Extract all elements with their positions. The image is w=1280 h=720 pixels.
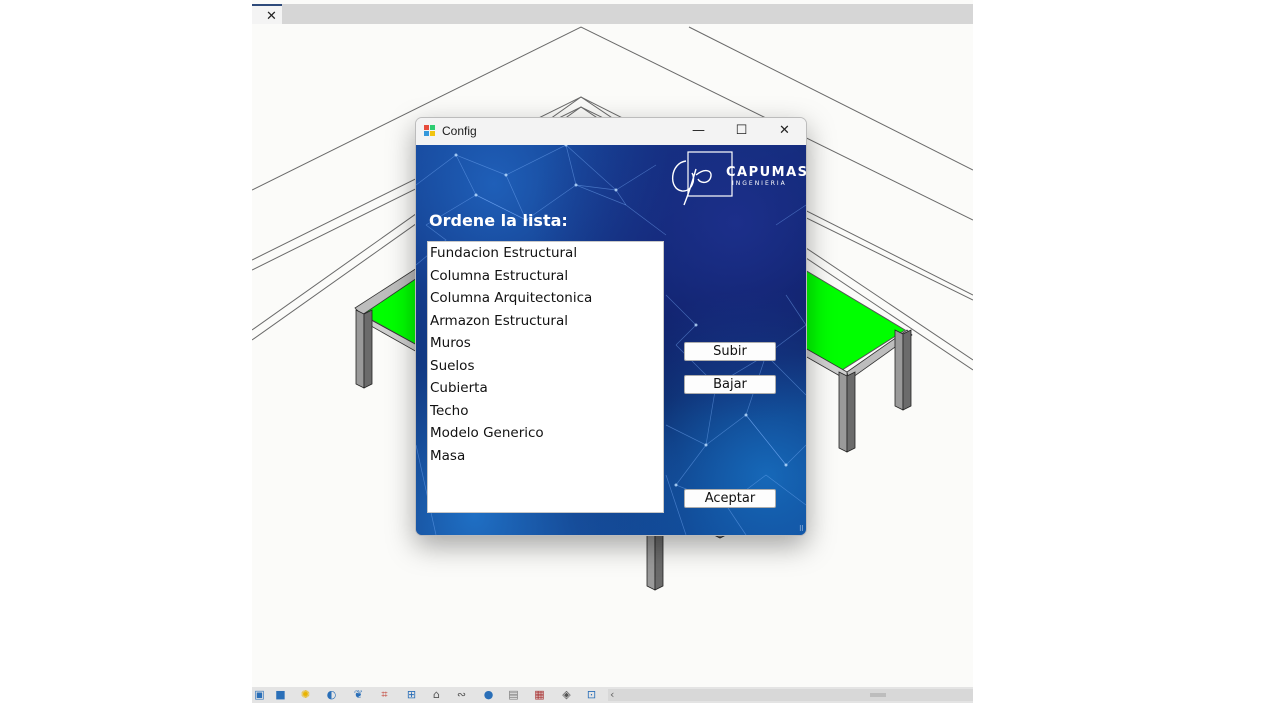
resize-grip-icon[interactable]: ⠿ — [799, 526, 804, 533]
brand-subtitle: INGENIERIA — [732, 180, 787, 187]
sun-path-icon[interactable]: ✺ — [299, 688, 312, 701]
list-item[interactable]: Suelos — [428, 355, 663, 378]
highlight-displacement-icon[interactable]: ⊡ — [585, 688, 598, 701]
close-button[interactable]: ✕ — [763, 118, 806, 145]
render-icon[interactable]: ❦ — [352, 688, 365, 701]
horizontal-scrollbar[interactable]: ‹ — [608, 688, 973, 701]
dialog-body: CAPUMAS INGENIERIA Ordene la lista: Fund… — [416, 145, 806, 535]
list-item[interactable]: Cubierta — [428, 377, 663, 400]
close-icon[interactable]: ✕ — [266, 10, 277, 23]
list-item[interactable]: Columna Arquitectonica — [428, 287, 663, 310]
config-window: Config — ☐ ✕ CAPUMAS INGENIERIA Ordene l… — [415, 117, 807, 536]
crop-view-icon[interactable]: ⌗ — [378, 688, 391, 701]
app-icon — [424, 125, 435, 136]
chevron-left-icon[interactable]: ‹ — [610, 688, 614, 701]
list-item[interactable]: Masa — [428, 445, 663, 468]
list-item[interactable]: Muros — [428, 332, 663, 355]
show-crop-icon[interactable]: ⊞ — [405, 688, 418, 701]
scale-icon[interactable]: ▣ — [253, 688, 266, 701]
maximize-button[interactable]: ☐ — [720, 118, 763, 145]
list-heading: Ordene la lista: — [429, 211, 568, 230]
reveal-hidden-icon[interactable]: ● — [482, 688, 495, 701]
brand-name: CAPUMAS — [726, 165, 806, 180]
view-tab[interactable]: ✕ — [252, 4, 282, 24]
minimize-button[interactable]: — — [677, 118, 720, 145]
list-item[interactable]: Modelo Generico — [428, 422, 663, 445]
move-down-button[interactable]: Bajar — [684, 375, 776, 394]
shadows-icon[interactable]: ◐ — [325, 688, 338, 701]
accept-button[interactable]: Aceptar — [684, 489, 776, 508]
analysis-model-icon[interactable]: ◈ — [560, 688, 573, 701]
list-item[interactable]: Columna Estructural — [428, 265, 663, 288]
order-listbox[interactable]: Fundacion Estructural Columna Estructural… — [427, 241, 664, 513]
title-bar[interactable]: Config — ☐ ✕ — [416, 118, 806, 145]
scrollbar-thumb[interactable] — [870, 693, 886, 697]
unlock-3d-view-icon[interactable]: ⌂ — [430, 688, 443, 701]
move-up-button[interactable]: Subir — [684, 342, 776, 361]
view-control-bar: ▣ ■ ✺ ◐ ❦ ⌗ ⊞ ⌂ ∾ ● ▤ ▦ ◈ ⊡ ‹ — [252, 687, 973, 703]
worksharing-icon[interactable]: ▤ — [507, 688, 520, 701]
list-item[interactable]: Fundacion Estructural — [428, 242, 663, 265]
list-item[interactable]: Techo — [428, 400, 663, 423]
list-item[interactable]: Armazon Estructural — [428, 310, 663, 333]
visual-style-icon[interactable]: ■ — [274, 688, 287, 701]
view-tab-bar: ✕ — [252, 4, 973, 24]
temporary-hide-icon[interactable]: ∾ — [455, 688, 468, 701]
window-title: Config — [442, 124, 477, 138]
design-options-icon[interactable]: ▦ — [533, 688, 546, 701]
